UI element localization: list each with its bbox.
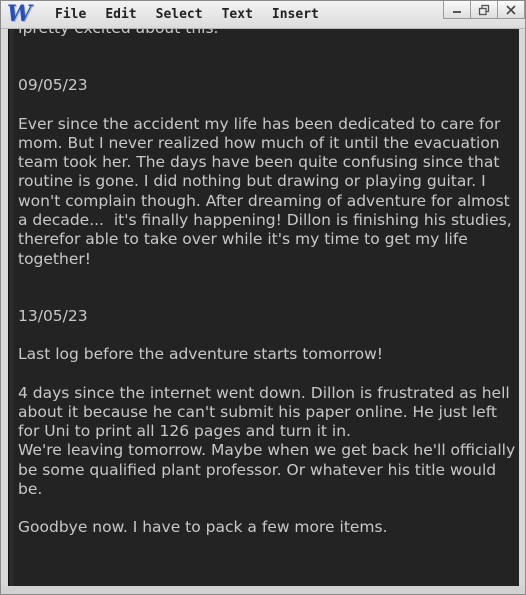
menu-file[interactable]: File [55,7,86,22]
title-bar: W File Edit Select Text Insert [1,1,525,29]
menu-text[interactable]: Text [222,7,253,22]
menu-bar: File Edit Select Text Insert [55,1,338,28]
entry-paragraph: Ever since the accident my life has been… [18,114,517,268]
entry-paragraph: Last log before the adventure starts tom… [18,345,383,364]
menu-select[interactable]: Select [156,7,203,22]
restore-icon [478,4,490,15]
minimize-button[interactable] [443,1,471,19]
partial-line: Ipretty excited about this. [18,29,516,38]
app-logo: W [7,1,32,27]
menu-edit[interactable]: Edit [105,7,136,22]
close-button[interactable] [497,1,525,19]
menu-insert[interactable]: Insert [272,7,319,22]
entry-date: 13/05/23 [18,306,88,325]
status-bar [1,586,525,594]
left-gutter [9,29,14,587]
entry-date: 09/05/23 [18,76,88,95]
window-controls [443,1,525,19]
text-editor[interactable]: Ipretty excited about this. 09/05/23 Eve… [8,29,519,587]
app-window: W File Edit Select Text Insert 09/05/23 … [0,0,526,595]
close-icon [506,4,516,15]
minimize-icon [453,10,461,13]
document-body: Ipretty excited about this. 09/05/23 Eve… [18,29,516,538]
entry-paragraph: Goodbye now. I have to pack a few more i… [18,518,388,537]
entry-paragraph: 4 days since the internet went down. Dil… [18,383,516,499]
restore-button[interactable] [470,1,498,19]
